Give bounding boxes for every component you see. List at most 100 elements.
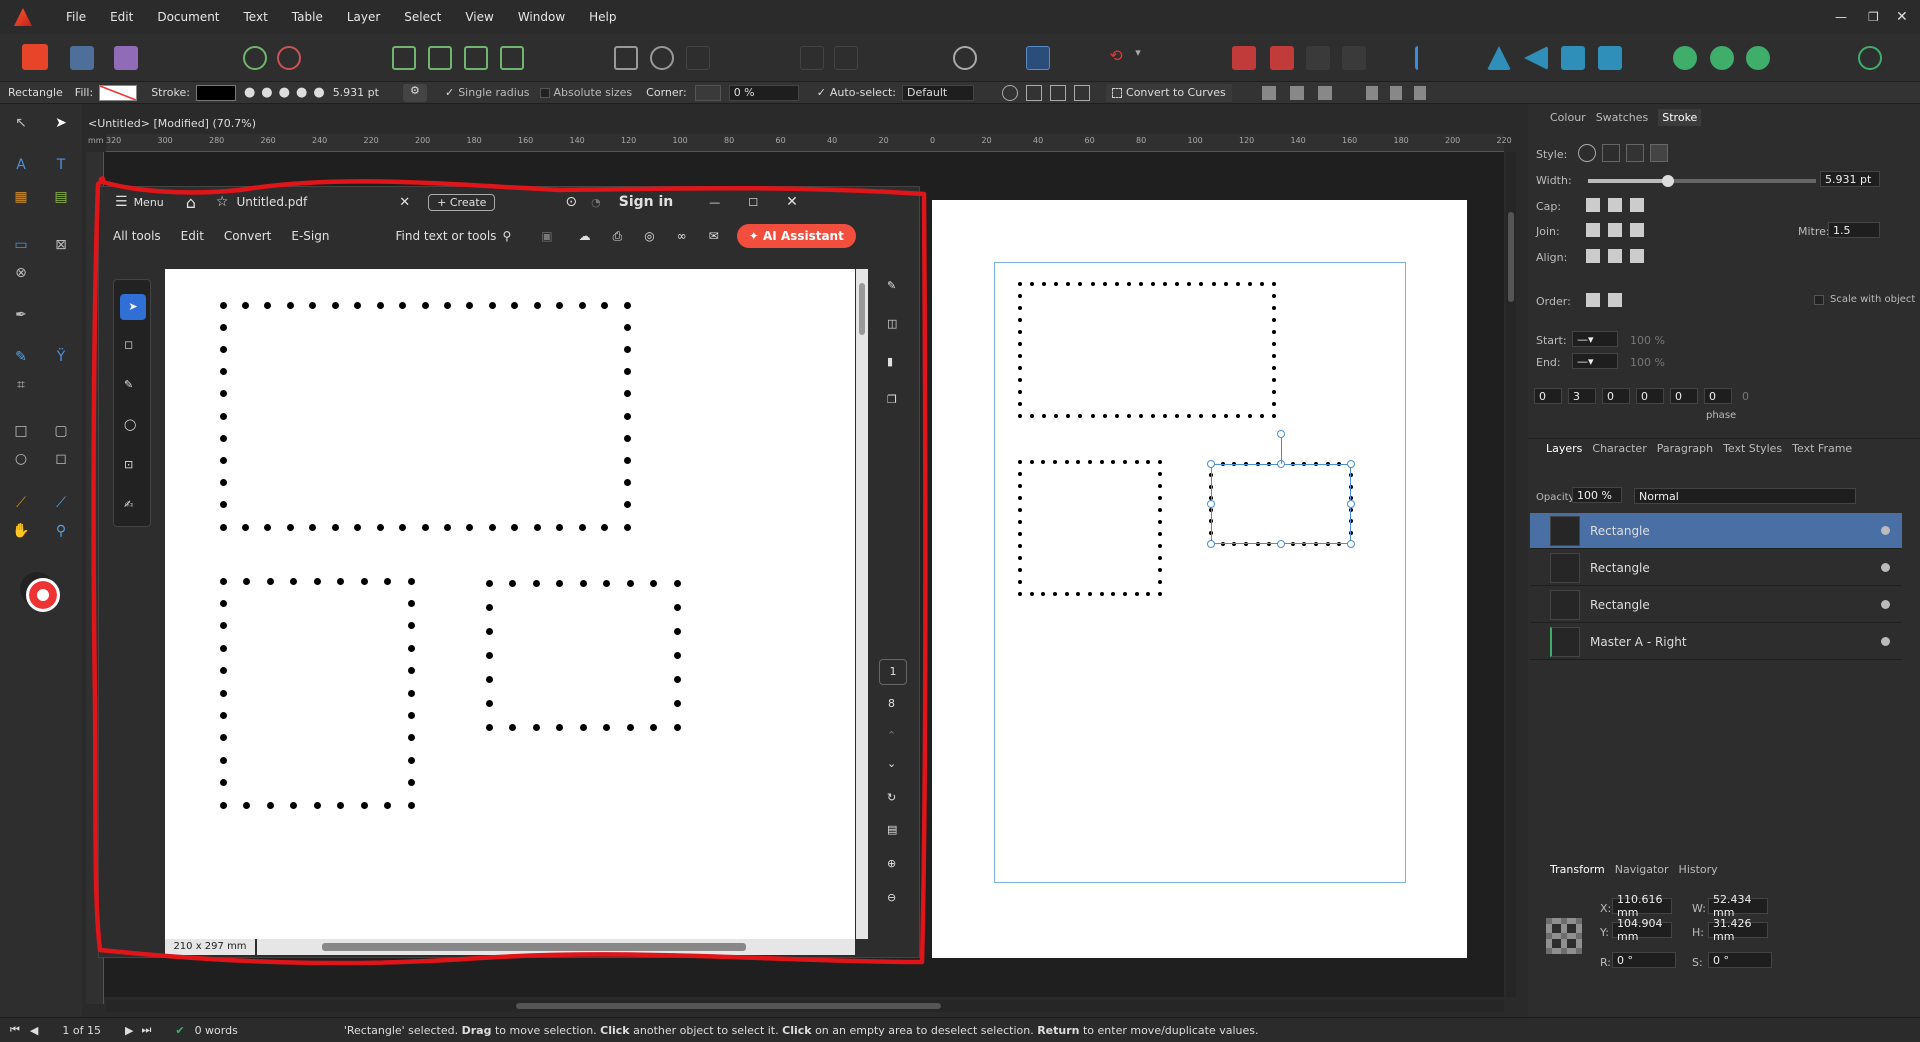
blend-mode-dropdown[interactable]: Normal (1634, 488, 1856, 504)
menu-layer[interactable]: Layer (335, 10, 392, 24)
fill-stroke-selector-icon[interactable] (26, 578, 60, 612)
align-icon-b[interactable] (1050, 84, 1067, 101)
menu-file[interactable]: File (54, 10, 98, 24)
y-field[interactable]: 104.904 mm (1612, 917, 1672, 943)
window-close-icon[interactable]: ✕ (786, 194, 798, 210)
bell-icon[interactable]: ◔ (591, 196, 601, 209)
first-page-icon[interactable]: ⏮ (10, 1023, 20, 1037)
dash-field-5[interactable]: 0 (1670, 388, 1698, 404)
artistic-text-tool-icon[interactable]: A (10, 154, 32, 176)
h-scrollbar[interactable] (106, 1000, 1504, 1012)
menu-edit[interactable]: Edit (98, 10, 145, 24)
auto-select-dropdown[interactable]: Default (902, 84, 975, 101)
share-icon[interactable]: ◎ (644, 229, 654, 243)
fill-swatch[interactable] (99, 84, 138, 101)
selection-handle[interactable] (1277, 430, 1285, 438)
align-left-icon[interactable] (1415, 46, 1439, 70)
x-field[interactable]: 110.616 mm (1612, 893, 1672, 919)
no-stroke-icon[interactable] (1578, 144, 1596, 162)
boolean-add-icon[interactable] (1232, 46, 1256, 70)
transform-origin-icon[interactable] (1002, 84, 1019, 101)
place-image-tool-icon[interactable]: ⊠ (50, 234, 72, 256)
tab-swatches[interactable]: Swatches (1596, 111, 1649, 124)
publisher-persona-icon[interactable] (22, 44, 48, 70)
zoom-tool-icon[interactable]: ⚲ (50, 520, 72, 542)
dashed-stroke-icon[interactable] (1626, 144, 1644, 162)
dash-field-6[interactable]: 0 (1704, 388, 1732, 404)
align-buttons[interactable] (1586, 249, 1648, 263)
ellipse-frame-tool-icon[interactable]: ⊗ (10, 262, 32, 284)
rotate-right-icon[interactable] (1598, 46, 1622, 70)
find-tools-field[interactable]: Find text or tools (395, 229, 496, 243)
user-icon[interactable] (1858, 46, 1882, 70)
fill-tool-icon[interactable]: ⟋ (50, 492, 72, 514)
frame-text-tool-icon[interactable]: T (50, 154, 72, 176)
dash-field-1[interactable]: 0 (1534, 388, 1562, 404)
maximize-icon[interactable]: ❐ (1868, 0, 1879, 34)
prev-page-icon[interactable]: ◀ (30, 1024, 38, 1037)
zoom-out-icon[interactable]: ⊖ (887, 891, 896, 904)
help-icon[interactable]: ⊙ (565, 194, 577, 210)
sign-tool-icon[interactable]: ✍ (124, 498, 133, 511)
pdf-page[interactable] (165, 269, 855, 939)
join-buttons[interactable] (1586, 223, 1648, 237)
layer-visibility-dot[interactable] (1881, 563, 1890, 572)
boolean-subtract-icon[interactable] (1270, 46, 1294, 70)
rotation-field[interactable]: 0 ° (1612, 952, 1676, 968)
align-icon-c[interactable] (1074, 84, 1091, 101)
flip-vertical-icon[interactable] (1524, 46, 1548, 70)
rotate-icon[interactable]: ↻ (887, 791, 896, 804)
text-frame-icon[interactable] (1026, 46, 1050, 70)
layer-visibility-dot[interactable] (1881, 526, 1890, 535)
dash-field-3[interactable]: 0 (1602, 388, 1630, 404)
acrobat-menu[interactable]: Menu (134, 196, 164, 209)
pen-tool-icon[interactable]: ✒ (10, 304, 32, 326)
tab-history[interactable]: History (1679, 863, 1718, 876)
selection-handle[interactable] (1207, 460, 1215, 468)
menu-document[interactable]: Document (145, 10, 231, 24)
width-field[interactable]: 5.931 pt (1820, 171, 1880, 187)
color-picker-tool-icon[interactable]: ⟋ (10, 492, 32, 514)
solid-stroke-icon[interactable] (1602, 144, 1620, 162)
distribute-icons[interactable] (1261, 85, 1346, 100)
ai-assistant-button[interactable]: ✦ AI Assistant (736, 224, 856, 248)
menu-help[interactable]: Help (577, 10, 628, 24)
pdf-h-scrollbar[interactable] (257, 939, 855, 955)
layer-visibility-dot[interactable] (1881, 600, 1890, 609)
rotate-left-icon[interactable] (1561, 46, 1585, 70)
opacity-field[interactable]: 100 % (1572, 487, 1622, 503)
tab-paragraph[interactable]: Paragraph (1657, 442, 1713, 455)
stroke-swatch[interactable] (195, 84, 236, 101)
menu-text[interactable]: Text (232, 10, 280, 24)
stroke-settings-icon[interactable]: ⚙ (402, 83, 427, 102)
tab-stroke[interactable]: Stroke (1658, 108, 1702, 126)
sign-in-button[interactable]: Sign in (619, 194, 674, 210)
shape-tool-icon[interactable]: ◻ (50, 448, 72, 470)
arrange-icon[interactable]: ⟲ (1104, 46, 1128, 70)
tab-navigator[interactable]: Navigator (1615, 863, 1669, 876)
snap-4-icon[interactable] (500, 46, 524, 70)
move-tool-icon[interactable]: ↖ (10, 112, 32, 134)
comments-icon[interactable]: ◫ (887, 317, 897, 330)
convert-to-curves-button[interactable]: Convert to Curves (1106, 83, 1232, 102)
snap-1-icon[interactable] (392, 46, 416, 70)
ellipse-tool-icon[interactable]: ○ (10, 448, 32, 470)
print-icon[interactable]: ⎙ (613, 229, 623, 244)
pdf-v-scrollbar[interactable] (856, 269, 868, 939)
select-tool-icon[interactable]: ➤ (120, 294, 146, 320)
tab-layers[interactable]: Layers (1546, 442, 1582, 455)
bookmarks-icon[interactable]: ▮ (887, 355, 893, 368)
edit-tab[interactable]: Edit (181, 229, 204, 243)
snap-3-icon[interactable] (464, 46, 488, 70)
rounded-rectangle-tool-icon[interactable]: ▢ (50, 420, 72, 442)
tab-character[interactable]: Character (1592, 442, 1646, 455)
end-arrowhead-dropdown[interactable]: —▾ (1572, 353, 1618, 369)
layer-row-rectangle-1[interactable]: Rectangle (1530, 513, 1902, 549)
page-up-icon[interactable]: ⌃ (887, 729, 896, 742)
auto-select-checkbox[interactable]: ✓ Auto-select: (817, 86, 896, 99)
dash-field-4[interactable]: 0 (1636, 388, 1664, 404)
esign-tab[interactable]: E-Sign (291, 229, 329, 243)
document-page[interactable] (932, 200, 1467, 958)
selection-handle[interactable] (1347, 540, 1355, 548)
pdf-tab[interactable]: Untitled.pdf (236, 195, 307, 209)
